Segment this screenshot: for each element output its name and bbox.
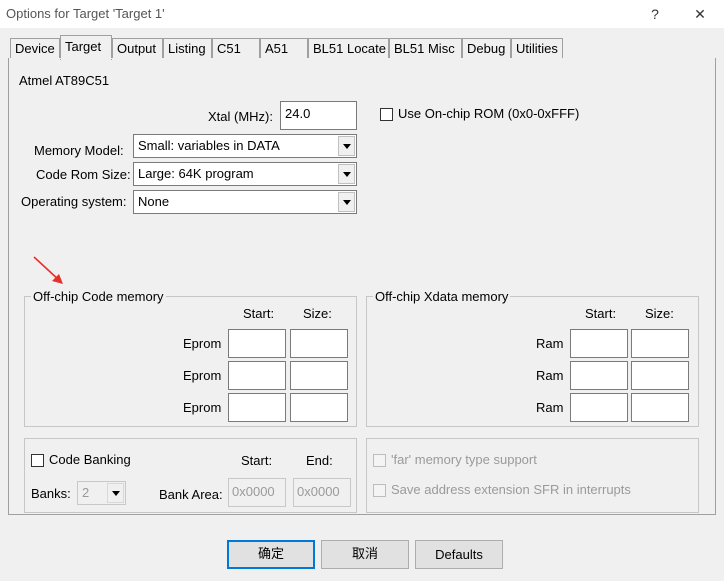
- memory-model-value: Small: variables in DATA: [138, 138, 280, 153]
- ram-label-3: Ram: [536, 400, 564, 415]
- xtal-label: Xtal (MHz):: [208, 109, 273, 124]
- tab-listing[interactable]: Listing: [163, 38, 212, 59]
- tab-target[interactable]: Target: [60, 35, 112, 60]
- eprom-size-2[interactable]: [290, 361, 348, 390]
- ram-label-2: Ram: [536, 368, 564, 383]
- operating-system-label: Operating system:: [21, 194, 127, 209]
- window-title: Options for Target 'Target 1': [6, 6, 165, 21]
- eprom-label-2: Eprom: [183, 368, 222, 383]
- code-banking-label: Code Banking: [49, 452, 131, 467]
- tab-bl51-misc[interactable]: BL51 Misc: [389, 38, 462, 59]
- ram-start-1[interactable]: [570, 329, 628, 358]
- code-rom-size-select[interactable]: Large: 64K program: [133, 162, 357, 186]
- tab-a51[interactable]: A51: [260, 38, 308, 59]
- code-rom-size-label: Code Rom Size:: [36, 167, 131, 182]
- onchip-rom-checkbox[interactable]: [380, 108, 393, 121]
- tab-debug[interactable]: Debug: [462, 38, 511, 59]
- memory-model-label: Memory Model:: [34, 143, 124, 158]
- close-button[interactable]: ✕: [685, 4, 715, 24]
- tab-device[interactable]: Device: [10, 38, 60, 59]
- eprom-label-1: Eprom: [183, 336, 222, 351]
- far-memory-checkbox[interactable]: [373, 454, 386, 467]
- ram-start-3[interactable]: [570, 393, 628, 422]
- banks-label: Banks:: [31, 486, 71, 501]
- ok-button[interactable]: 确定: [227, 540, 315, 569]
- offchip-code-title: Off-chip Code memory: [31, 289, 166, 304]
- banks-select[interactable]: 2: [77, 481, 126, 505]
- code-banking-checkbox[interactable]: [31, 454, 44, 467]
- eprom-start-1[interactable]: [228, 329, 286, 358]
- far-memory-label: 'far' memory type support: [391, 452, 537, 467]
- offchip-xdata-start-header: Start:: [585, 306, 617, 321]
- offchip-code-size-header: Size:: [303, 306, 332, 321]
- tab-bl51-locate[interactable]: BL51 Locate: [308, 38, 389, 59]
- save-address-checkbox[interactable]: [373, 484, 386, 497]
- bank-start-header: Start:: [241, 453, 273, 468]
- offchip-code-start-header: Start:: [243, 306, 275, 321]
- offchip-xdata-title: Off-chip Xdata memory: [373, 289, 511, 304]
- ram-size-1[interactable]: [631, 329, 689, 358]
- eprom-start-2[interactable]: [228, 361, 286, 390]
- help-button[interactable]: ?: [640, 4, 670, 24]
- operating-system-value: None: [138, 194, 170, 209]
- chevron-down-icon[interactable]: [338, 136, 355, 156]
- tab-output[interactable]: Output: [112, 38, 163, 59]
- tab-utilities[interactable]: Utilities: [511, 38, 563, 59]
- operating-system-select[interactable]: None: [133, 190, 357, 214]
- chevron-down-icon[interactable]: [338, 164, 355, 184]
- onchip-rom-label: Use On-chip ROM (0x0-0xFFF): [398, 106, 580, 121]
- ram-size-3[interactable]: [631, 393, 689, 422]
- title-bar: Options for Target 'Target 1' ? ✕: [0, 0, 724, 28]
- bank-end-header: End:: [306, 453, 333, 468]
- tab-c51[interactable]: C51: [212, 38, 260, 59]
- bank-area-label: Bank Area:: [159, 487, 223, 502]
- eprom-start-3[interactable]: [228, 393, 286, 422]
- cancel-button[interactable]: 取消: [321, 540, 409, 569]
- banks-value: 2: [82, 485, 90, 500]
- ram-size-2[interactable]: [631, 361, 689, 390]
- save-address-label: Save address extension SFR in interrupts: [391, 482, 631, 497]
- offchip-xdata-size-header: Size:: [645, 306, 674, 321]
- defaults-button[interactable]: Defaults: [415, 540, 503, 569]
- chevron-down-icon[interactable]: [107, 483, 124, 503]
- memory-model-select[interactable]: Small: variables in DATA: [133, 134, 357, 158]
- ram-start-2[interactable]: [570, 361, 628, 390]
- bank-start-input[interactable]: 0x0000: [228, 478, 286, 507]
- eprom-size-1[interactable]: [290, 329, 348, 358]
- eprom-label-3: Eprom: [183, 400, 222, 415]
- chevron-down-icon[interactable]: [338, 192, 355, 212]
- code-rom-size-value: Large: 64K program: [138, 166, 254, 181]
- annotation-arrow-icon: [33, 256, 63, 284]
- device-name: Atmel AT89C51: [19, 73, 110, 88]
- ram-label-1: Ram: [536, 336, 564, 351]
- xtal-input[interactable]: 24.0: [280, 101, 357, 130]
- far-memory-group: [366, 438, 699, 513]
- bank-end-input[interactable]: 0x0000: [293, 478, 351, 507]
- active-tab-joint: [60, 58, 112, 59]
- eprom-size-3[interactable]: [290, 393, 348, 422]
